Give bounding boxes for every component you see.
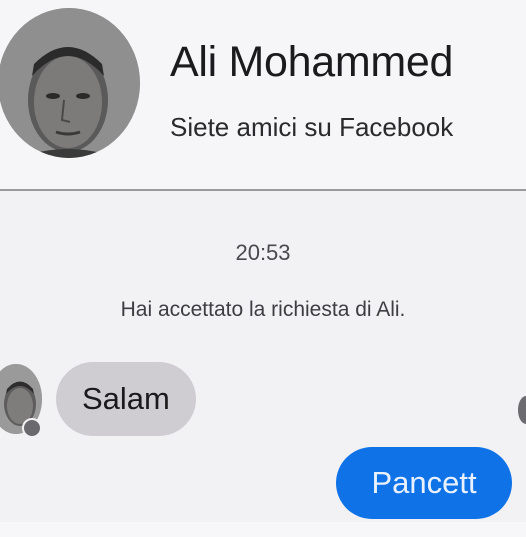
friendship-status: Siete amici su Facebook — [170, 112, 454, 142]
system-message: Hai accettato la richiesta di Ali. — [120, 298, 406, 321]
profile-header: Ali Mohammed Siete amici su Facebook — [0, 0, 526, 190]
bottom-edge — [0, 522, 526, 537]
profile-avatar[interactable] — [0, 8, 140, 158]
contact-name[interactable]: Ali Mohammed — [170, 38, 453, 87]
incoming-message-bubble[interactable]: Salam — [56, 362, 196, 436]
header-divider — [0, 189, 526, 191]
profile-photo — [0, 8, 140, 158]
message-timestamp: 20:53 — [235, 240, 291, 265]
read-receipt-icon — [518, 396, 526, 424]
outgoing-message-bubble[interactable]: Pancett — [336, 447, 512, 519]
messenger-badge-icon — [22, 418, 42, 438]
